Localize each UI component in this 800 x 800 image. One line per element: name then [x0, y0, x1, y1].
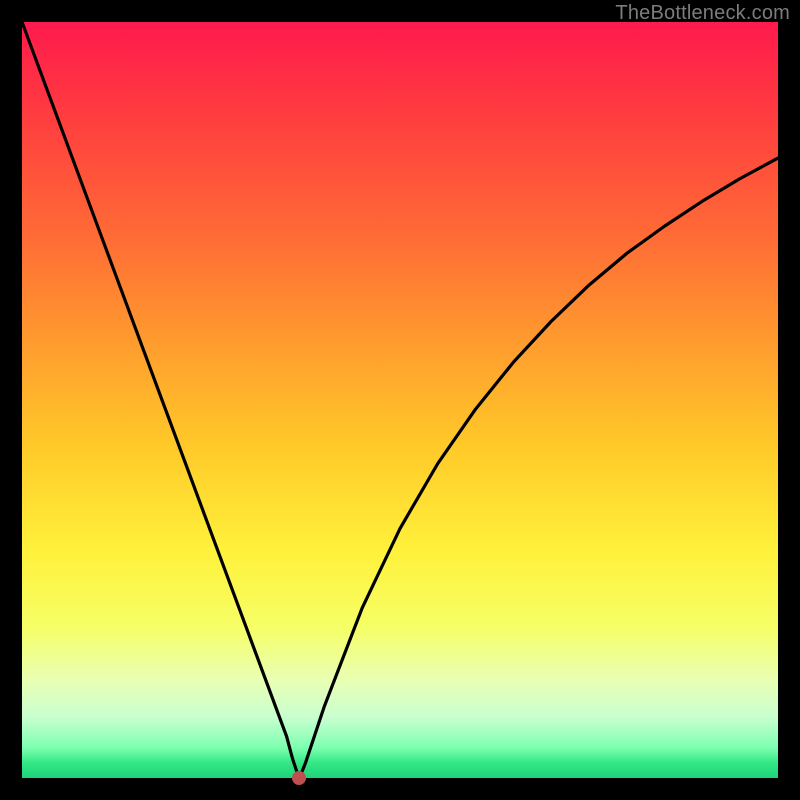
chart-svg — [22, 22, 778, 778]
watermark-text: TheBottleneck.com — [615, 2, 790, 25]
marker-dot — [292, 771, 306, 785]
chart-frame: TheBottleneck.com — [0, 0, 800, 800]
bottleneck-curve-line — [22, 22, 778, 778]
chart-plot-area — [22, 22, 778, 778]
